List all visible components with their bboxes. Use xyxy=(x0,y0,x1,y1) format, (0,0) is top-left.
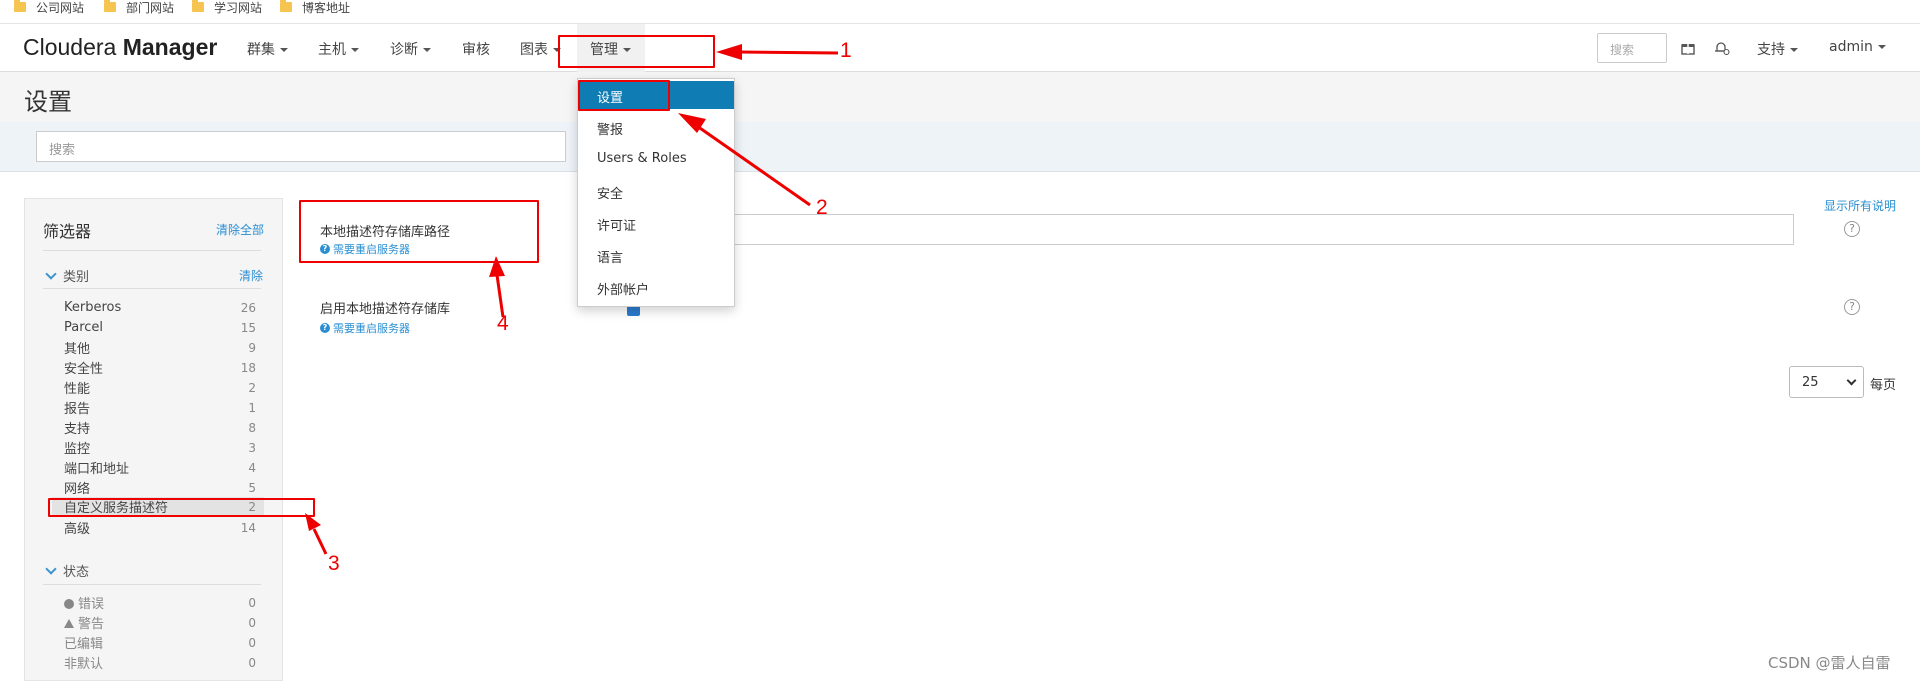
watermark: CSDN @雷人自雷 xyxy=(1768,654,1891,672)
annotation-number-1: 1 xyxy=(840,39,852,62)
annotation-number-4: 4 xyxy=(497,312,509,335)
annotation-arrows xyxy=(305,44,839,555)
annotation-number-2: 2 xyxy=(816,196,828,219)
annotation-number-3: 3 xyxy=(328,552,340,575)
